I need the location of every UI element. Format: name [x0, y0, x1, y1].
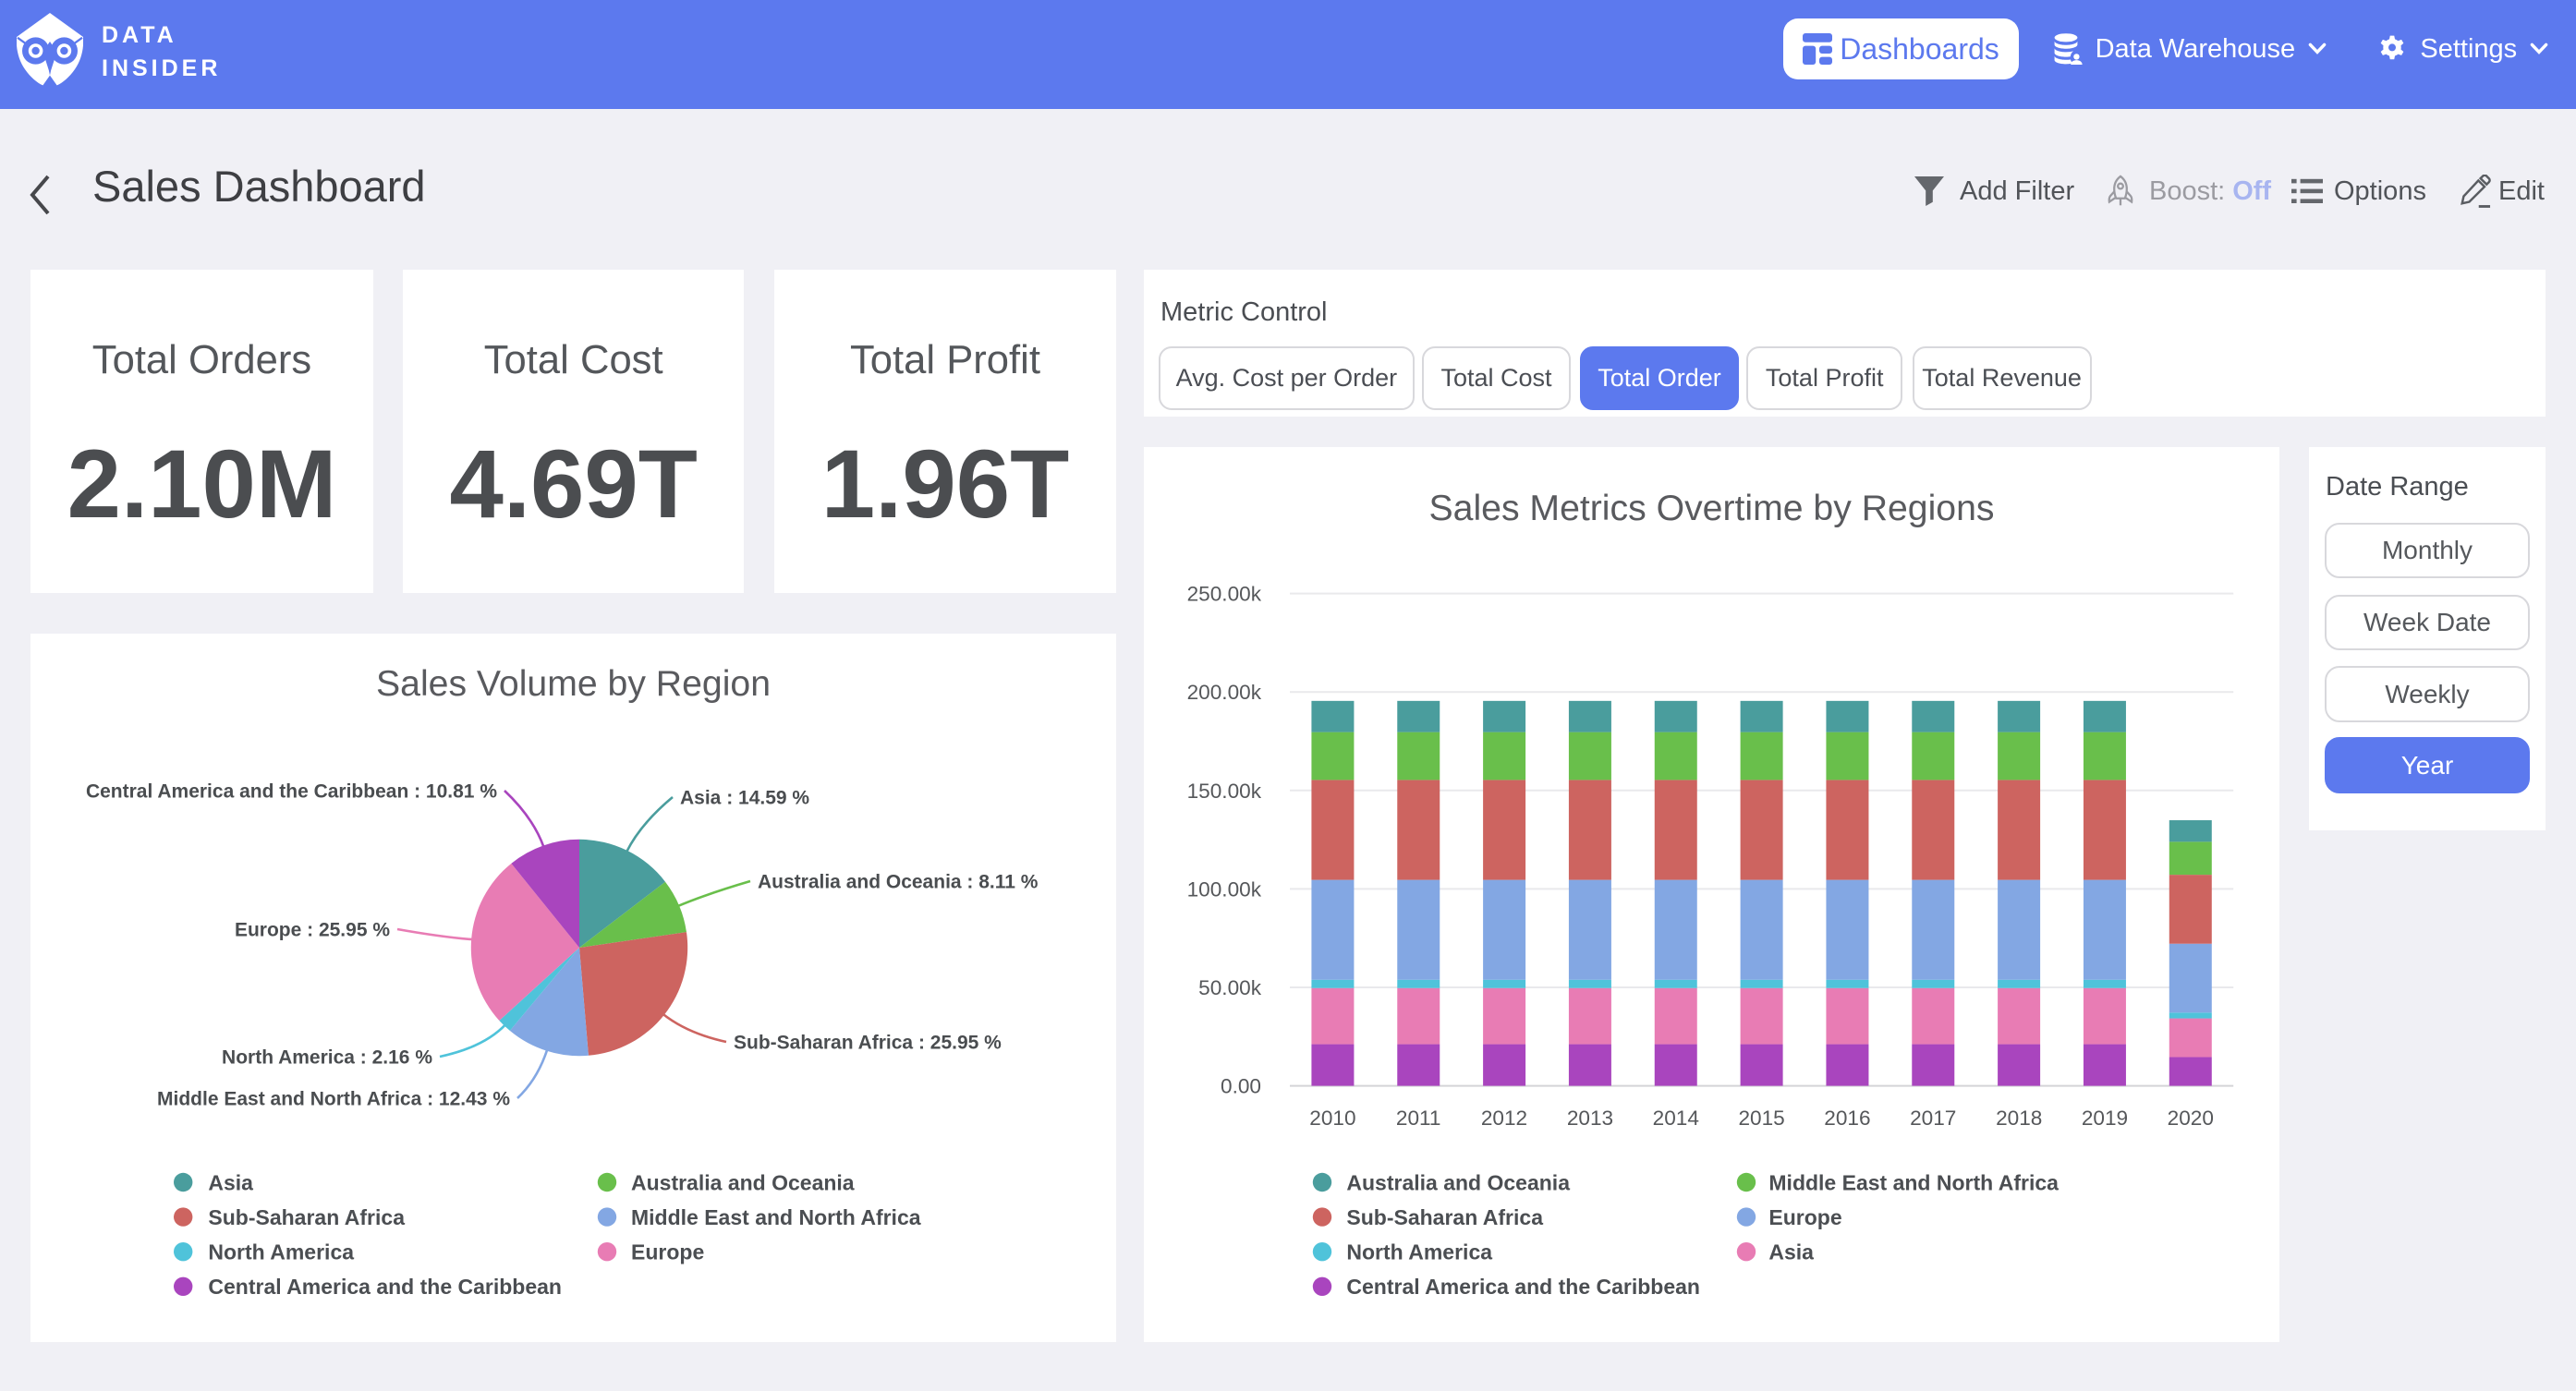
svg-text:2014: 2014: [1653, 1107, 1699, 1130]
svg-text:2013: 2013: [1567, 1107, 1613, 1130]
svg-text:Sub-Saharan Africa : 25.95 %: Sub-Saharan Africa : 25.95 %: [734, 1032, 1002, 1053]
svg-text:150.00k: 150.00k: [1187, 780, 1262, 803]
svg-text:200.00k: 200.00k: [1187, 681, 1262, 704]
svg-text:2012: 2012: [1481, 1107, 1527, 1130]
svg-text:0.00: 0.00: [1221, 1075, 1261, 1098]
svg-text:Europe: Europe: [1768, 1205, 1841, 1229]
svg-text:2016: 2016: [1824, 1107, 1870, 1130]
svg-text:2010: 2010: [1309, 1107, 1355, 1130]
svg-text:50.00k: 50.00k: [1198, 976, 1262, 999]
svg-text:100.00k: 100.00k: [1187, 877, 1262, 901]
svg-text:North America: North America: [1346, 1240, 1492, 1264]
svg-text:Australia and Oceania: Australia and Oceania: [631, 1170, 855, 1194]
svg-text:Australia and Oceania: Australia and Oceania: [1346, 1170, 1570, 1194]
svg-text:Europe : 25.95 %: Europe : 25.95 %: [235, 919, 390, 940]
svg-text:Sales Volume by Region: Sales Volume by Region: [376, 664, 771, 704]
svg-text:Asia: Asia: [1768, 1240, 1814, 1264]
svg-text:2017: 2017: [1910, 1107, 1956, 1130]
svg-text:250.00k: 250.00k: [1187, 583, 1262, 606]
svg-text:Sub-Saharan Africa: Sub-Saharan Africa: [208, 1205, 405, 1229]
svg-text:North America: North America: [208, 1240, 354, 1264]
svg-text:Middle East and North Africa: Middle East and North Africa: [1768, 1170, 2059, 1194]
svg-text:Australia and Oceania : 8.11 %: Australia and Oceania : 8.11 %: [758, 871, 1039, 892]
svg-text:Sub-Saharan Africa: Sub-Saharan Africa: [1346, 1205, 1543, 1229]
svg-text:2011: 2011: [1396, 1107, 1441, 1130]
svg-text:Central America and the Caribb: Central America and the Caribbean : 10.8…: [86, 780, 497, 802]
svg-text:2015: 2015: [1738, 1107, 1784, 1130]
svg-text:2020: 2020: [2168, 1107, 2214, 1130]
svg-text:2019: 2019: [2082, 1107, 2128, 1130]
svg-text:Middle East and North Africa: Middle East and North Africa: [631, 1205, 921, 1229]
svg-text:Central America and the Caribb: Central America and the Caribbean: [208, 1275, 562, 1299]
svg-text:North America : 2.16 %: North America : 2.16 %: [222, 1046, 432, 1068]
svg-text:Asia: Asia: [208, 1170, 253, 1194]
svg-text:Asia : 14.59 %: Asia : 14.59 %: [680, 787, 809, 808]
svg-text:Middle East and North Africa :: Middle East and North Africa : 12.43 %: [157, 1088, 510, 1109]
svg-text:Europe: Europe: [631, 1240, 704, 1264]
svg-text:2018: 2018: [1996, 1107, 2042, 1130]
svg-text:Sales Metrics Overtime by Regi: Sales Metrics Overtime by Regions: [1429, 489, 1995, 528]
svg-text:Central America and the Caribb: Central America and the Caribbean: [1346, 1275, 1700, 1299]
